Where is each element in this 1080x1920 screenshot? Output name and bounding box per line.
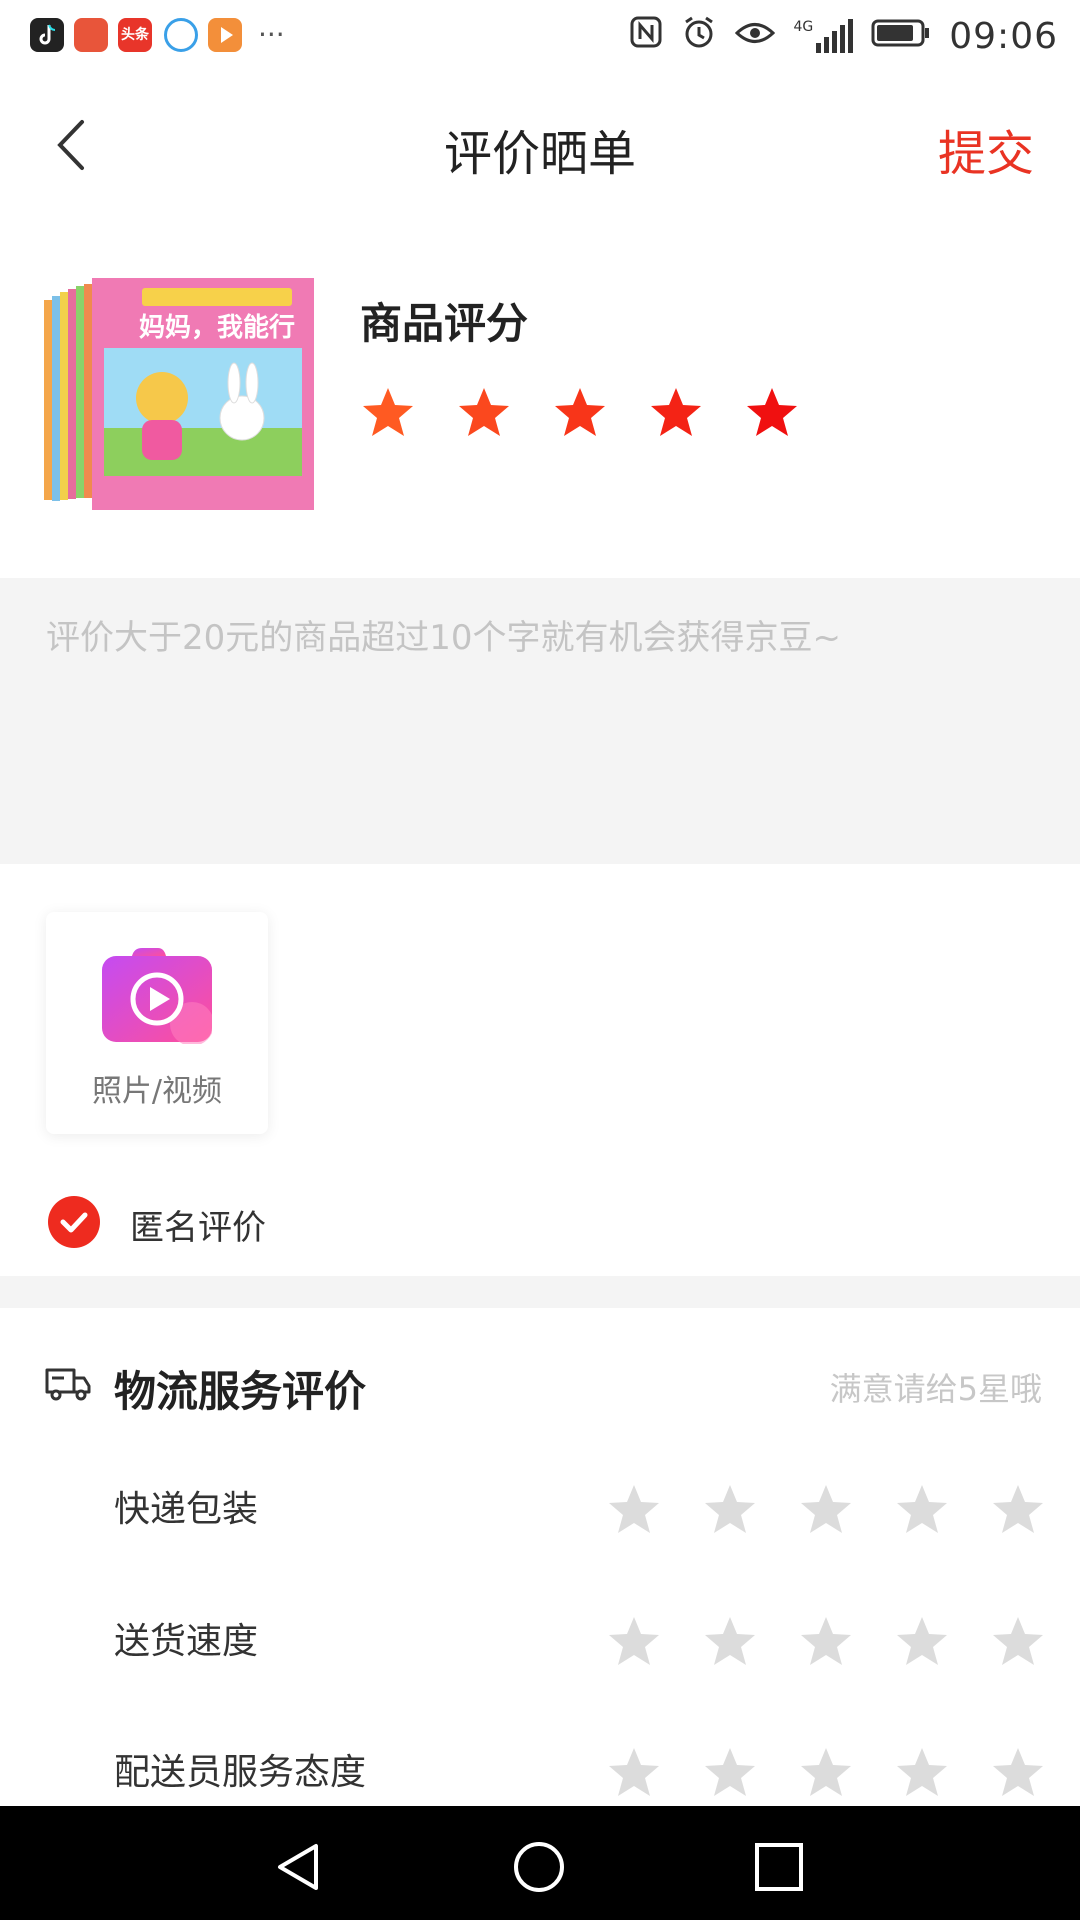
star-icon[interactable] (360, 385, 416, 441)
speed-rating-stars[interactable] (606, 1614, 1046, 1670)
page-title: 评价晒单 (443, 126, 636, 182)
system-recents-icon[interactable] (752, 1840, 806, 1894)
submit-button[interactable]: 提交 (938, 114, 1034, 184)
battery-icon (871, 16, 931, 57)
logistics-row-speed: 送货速度 (0, 1598, 1080, 1678)
star-icon[interactable] (990, 1614, 1046, 1670)
system-nav-bar (0, 1806, 1080, 1920)
star-icon[interactable] (894, 1482, 950, 1538)
product-rating-title: 商品评分 (360, 299, 529, 348)
star-icon[interactable] (894, 1745, 950, 1801)
row-label: 送货速度 (114, 1621, 259, 1662)
more-dots-icon: ··· (258, 18, 285, 51)
anonymous-checkbox[interactable] (46, 1194, 102, 1250)
star-icon[interactable] (606, 1745, 662, 1801)
star-icon[interactable] (744, 385, 800, 441)
eye-comfort-icon (735, 16, 776, 57)
star-icon[interactable] (552, 385, 608, 441)
photo-video-upload-button[interactable]: 照片/视频 (46, 912, 268, 1134)
star-icon[interactable] (456, 385, 512, 441)
nav-bar: 评价晒单 提交 (0, 72, 1080, 222)
product-image: 妈妈，我能行 (42, 278, 317, 513)
product-rating-stars[interactable] (360, 385, 800, 441)
jd-icon (74, 18, 108, 52)
star-icon[interactable] (798, 1745, 854, 1801)
alarm-icon (681, 14, 717, 59)
star-icon[interactable] (798, 1482, 854, 1538)
anonymous-label: 匿名评价 (130, 1208, 266, 1248)
upload-label: 照片/视频 (91, 1074, 223, 1109)
star-icon[interactable] (702, 1745, 758, 1801)
status-time: 09:06 (949, 15, 1058, 57)
review-box (0, 578, 1080, 864)
network-type: 4G (793, 19, 814, 35)
video-icon (208, 18, 242, 52)
star-icon[interactable] (606, 1614, 662, 1670)
review-input[interactable] (44, 608, 1038, 832)
logistics-title: 物流服务评价 (114, 1367, 367, 1416)
logistics-hint: 满意请给5星哦 (829, 1370, 1042, 1408)
toutiao-icon: 头条 (118, 18, 152, 52)
star-icon[interactable] (702, 1614, 758, 1670)
star-icon[interactable] (798, 1614, 854, 1670)
star-icon[interactable] (648, 385, 704, 441)
book-cover-title: 妈妈，我能行 (139, 312, 295, 343)
douyin-icon (30, 18, 64, 52)
star-icon[interactable] (702, 1482, 758, 1538)
logistics-row-packaging: 快递包装 (0, 1466, 1080, 1546)
status-bar: 头条 ··· 4G 09:06 (0, 0, 1080, 72)
courier-rating-stars[interactable] (606, 1745, 1046, 1801)
star-icon[interactable] (894, 1614, 950, 1670)
camera-video-icon (102, 946, 214, 1046)
system-home-icon[interactable] (512, 1840, 566, 1894)
row-label: 快递包装 (114, 1489, 259, 1530)
system-back-icon[interactable] (272, 1840, 326, 1894)
truck-icon (44, 1366, 92, 1402)
packaging-rating-stars[interactable] (606, 1482, 1046, 1538)
signal-icon: 4G (793, 19, 854, 53)
nfc-icon (629, 15, 663, 58)
section-divider (0, 1276, 1080, 1308)
row-label: 配送员服务态度 (114, 1752, 367, 1793)
browser-icon (164, 18, 198, 52)
logistics-row-courier: 配送员服务态度 (0, 1729, 1080, 1809)
star-icon[interactable] (990, 1482, 1046, 1538)
star-icon[interactable] (990, 1745, 1046, 1801)
star-icon[interactable] (606, 1482, 662, 1538)
